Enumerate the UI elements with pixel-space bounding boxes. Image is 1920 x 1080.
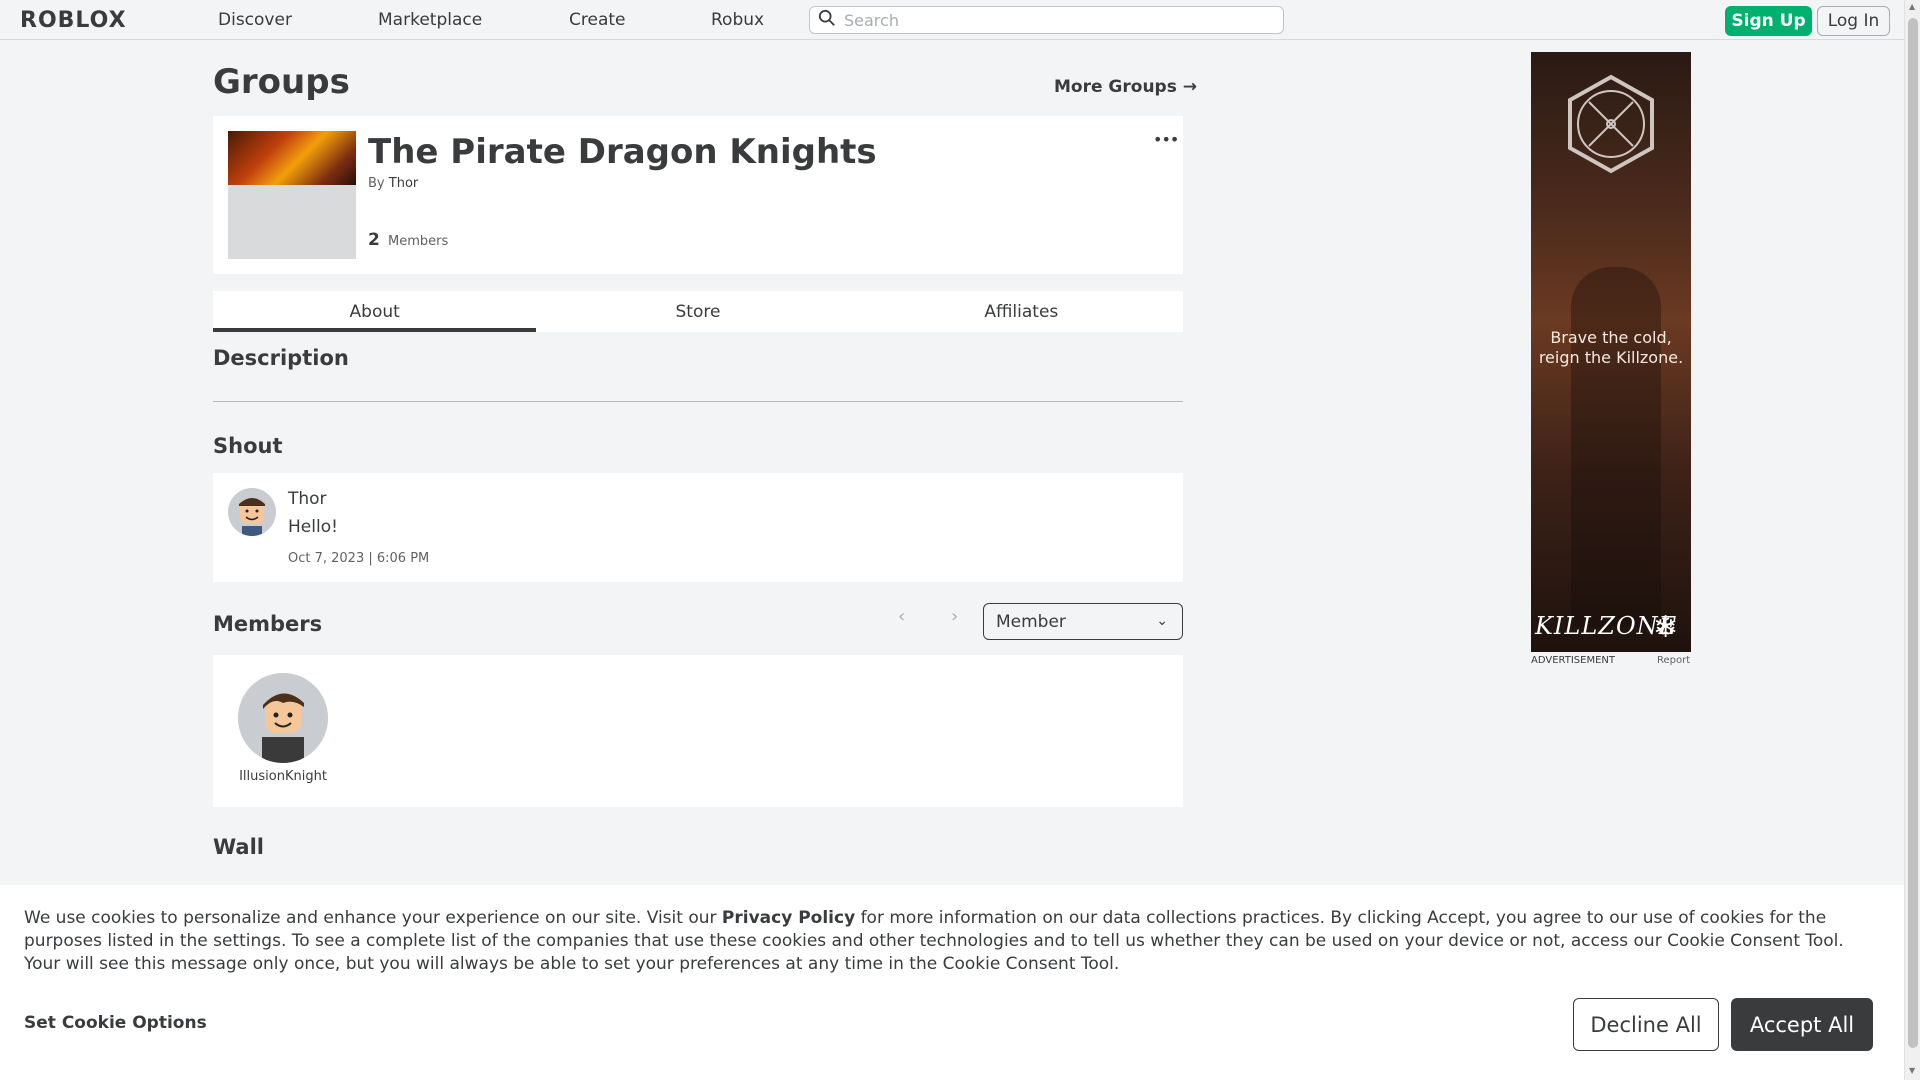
nav-discover[interactable]: Discover	[218, 10, 292, 30]
snowflake-icon: ❄	[1653, 610, 1679, 645]
nav-create[interactable]: Create	[569, 10, 626, 30]
chevron-right-icon[interactable]: ›	[951, 606, 958, 627]
group-header-card: The Pirate Dragon Knights By Thor 2 Memb…	[213, 116, 1183, 274]
members-card: IllusionKnight	[213, 655, 1183, 807]
dragon-art-image	[228, 131, 356, 185]
member-count-value: 2	[368, 230, 380, 250]
avatar[interactable]	[228, 488, 276, 536]
cookie-text-before: We use cookies to personalize and enhanc…	[24, 908, 722, 928]
scroll-down-arrow-icon[interactable]: ▼	[1909, 1066, 1915, 1075]
tab-store[interactable]: Store	[536, 291, 859, 332]
description-divider	[213, 401, 1183, 402]
tab-affiliates[interactable]: Affiliates	[860, 291, 1183, 332]
description-heading: Description	[213, 346, 349, 370]
shout-card: Thor Hello! Oct 7, 2023 | 6:06 PM	[213, 473, 1183, 582]
role-select-dropdown[interactable]: Member ⌄	[983, 603, 1183, 640]
search-icon	[818, 9, 836, 31]
nav-robux[interactable]: Robux	[711, 10, 764, 30]
cookie-consent-banner: We use cookies to personalize and enhanc…	[0, 885, 1904, 1080]
members-heading: Members	[213, 612, 323, 636]
scroll-up-arrow-icon[interactable]: ▲	[1909, 2, 1915, 11]
set-cookie-options-link[interactable]: Set Cookie Options	[24, 1013, 207, 1033]
killzone-emblem-icon	[1568, 74, 1654, 174]
advertisement-banner[interactable]: Brave the cold, reign the Killzone. KILL…	[1531, 52, 1691, 652]
search-input[interactable]	[844, 10, 1264, 30]
log-in-button[interactable]: Log In	[1817, 6, 1890, 36]
chevron-down-icon: ⌄	[1156, 613, 1168, 629]
member-count-label: Members	[387, 234, 449, 249]
sign-up-button[interactable]: Sign Up	[1725, 6, 1812, 36]
roblox-logo[interactable]: ROBLOX	[20, 8, 127, 33]
page-title: Groups	[213, 62, 350, 102]
group-emblem-image	[228, 131, 356, 259]
ad-character-image	[1571, 267, 1661, 627]
search-box[interactable]	[809, 6, 1284, 34]
chevron-left-icon[interactable]: ‹	[898, 606, 905, 627]
scrollbar-thumb[interactable]	[1908, 18, 1918, 1048]
shout-author[interactable]: Thor	[288, 489, 327, 509]
ad-tagline: Brave the cold, reign the Killzone.	[1538, 328, 1684, 367]
page-scrollbar[interactable]: ▲ ▼	[1904, 0, 1920, 1080]
member-name[interactable]: IllusionKnight	[233, 769, 333, 784]
role-select-value: Member	[996, 611, 1066, 632]
cookie-consent-text: We use cookies to personalize and enhanc…	[24, 907, 1884, 976]
ellipsis-icon[interactable]: •••	[1153, 130, 1179, 149]
group-name: The Pirate Dragon Knights	[368, 132, 877, 172]
more-groups-link[interactable]: More Groups →	[1054, 77, 1197, 97]
top-navigation-bar: ROBLOX Discover Marketplace Create Robux…	[0, 0, 1904, 40]
wall-heading: Wall	[213, 835, 264, 859]
member-tile[interactable]: IllusionKnight	[233, 673, 333, 784]
shout-heading: Shout	[213, 434, 283, 458]
decline-all-button[interactable]: Decline All	[1573, 998, 1719, 1051]
shout-timestamp: Oct 7, 2023 | 6:06 PM	[288, 551, 430, 566]
accept-all-button[interactable]: Accept All	[1731, 998, 1873, 1051]
group-owner-line: By Thor	[368, 176, 418, 191]
ad-report-link[interactable]: Report	[1657, 655, 1690, 666]
group-owner-link[interactable]: Thor	[389, 176, 418, 191]
nav-marketplace[interactable]: Marketplace	[378, 10, 482, 30]
tab-about[interactable]: About	[213, 291, 537, 332]
avatar[interactable]	[238, 673, 328, 763]
group-tabs: About Store Affiliates	[213, 291, 1183, 332]
by-prefix: By	[368, 176, 385, 191]
advertisement-label: ADVERTISEMENT	[1531, 655, 1616, 666]
shout-message: Hello!	[288, 517, 338, 537]
group-member-count: 2 Members	[368, 230, 448, 250]
privacy-policy-link[interactable]: Privacy Policy	[722, 908, 855, 928]
